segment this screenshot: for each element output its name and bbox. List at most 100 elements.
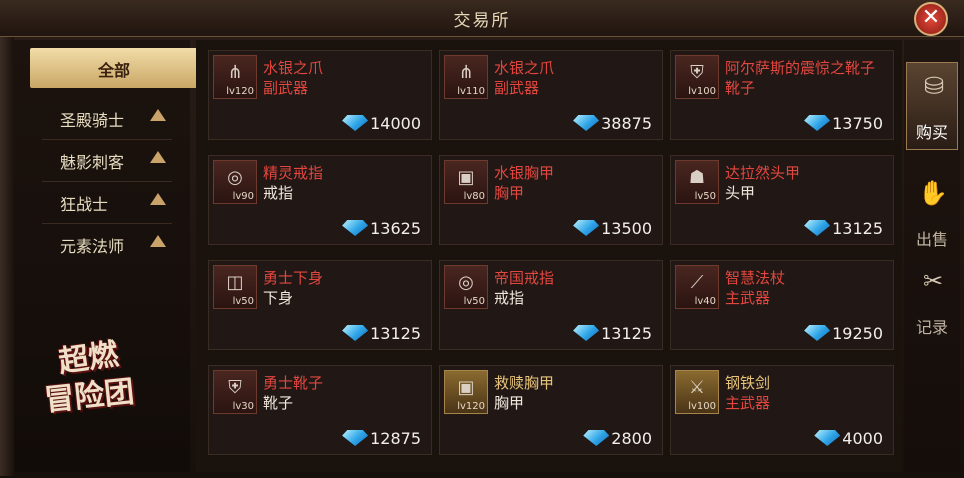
item-card[interactable]: ◫ lv50 勇士下身 下身 13125 — [208, 260, 432, 350]
item-name: 阿尔萨斯的震惊之靴子 — [725, 59, 876, 77]
item-level: lv80 — [463, 191, 485, 202]
category-assassin[interactable]: 魅影刺客 — [32, 144, 182, 182]
tab-buy[interactable]: ⛁ 购买 — [906, 62, 958, 150]
price-value: 13500 — [601, 219, 652, 238]
item-card[interactable]: ◎ lv50 帝国戒指 戒指 13125 — [439, 260, 663, 350]
item-type: 靴子 — [725, 79, 756, 97]
item-price: 13125 — [804, 219, 883, 238]
item-level: lv100 — [688, 86, 716, 97]
price-value: 13750 — [832, 114, 883, 133]
price-value: 13625 — [370, 219, 421, 238]
item-level: lv120 — [457, 401, 485, 412]
item-card[interactable]: ⛨ lv30 勇士靴子 靴子 12875 — [208, 365, 432, 455]
record-icon: ✂ — [922, 267, 944, 295]
tab-record[interactable]: ✂ 记录 — [906, 258, 958, 346]
expand-arrow-icon — [150, 109, 166, 121]
staff-icon: ⟋ lv40 — [675, 265, 719, 309]
item-grid: ⋔ lv120 水银之爪 副武器 14000 ⋔ lv110 水银之爪 副武器 38… — [196, 40, 902, 472]
diamond-icon — [342, 220, 369, 236]
item-price: 14000 — [342, 114, 421, 133]
tab-label: 出售 — [915, 230, 948, 249]
category-berserker[interactable]: 狂战士 — [32, 186, 182, 224]
category-label: 魅影刺客 — [60, 153, 125, 172]
item-name: 智慧法杖 — [725, 269, 786, 287]
price-value: 19250 — [832, 324, 883, 343]
category-all[interactable]: 全部 — [30, 48, 198, 88]
expand-arrow-icon — [150, 235, 166, 247]
category-elementalist[interactable]: 元素法师 — [32, 228, 182, 258]
item-price: 38875 — [573, 114, 652, 133]
close-button[interactable]: ✕ — [914, 2, 948, 36]
diamond-icon — [342, 430, 369, 446]
item-name: 水银胸甲 — [494, 164, 555, 182]
expand-arrow-icon — [150, 193, 166, 205]
window-title: 交易所 — [453, 11, 511, 31]
tab-sell[interactable]: ✋ 出售 — [906, 170, 958, 258]
item-card[interactable]: ⛨ lv100 阿尔萨斯的震惊之靴子 靴子 13750 — [670, 50, 894, 140]
item-card[interactable]: ⋔ lv120 水银之爪 副武器 14000 — [208, 50, 432, 140]
item-level: lv40 — [694, 296, 716, 307]
item-price: 4000 — [814, 429, 883, 448]
item-type: 戒指 — [263, 184, 294, 202]
item-level: lv120 — [226, 86, 254, 97]
item-type: 头甲 — [725, 184, 756, 202]
item-card[interactable]: ▣ lv120 救赎胸甲 胸甲 2800 — [439, 365, 663, 455]
title-bar: 交易所 ✕ — [0, 0, 964, 37]
item-name: 勇士下身 — [263, 269, 324, 287]
sell-icon: ✋ — [918, 179, 948, 207]
item-card[interactable]: ⟋ lv40 智慧法杖 主武器 19250 — [670, 260, 894, 350]
price-value: 13125 — [370, 324, 421, 343]
diamond-icon — [342, 325, 369, 341]
diamond-icon — [804, 220, 831, 236]
item-price: 13750 — [804, 114, 883, 133]
item-type: 戒指 — [494, 289, 525, 307]
diamond-icon — [573, 115, 600, 131]
coins-icon: ⛁ — [923, 72, 945, 100]
left-frame-edge — [0, 36, 14, 476]
tab-label: 记录 — [915, 318, 948, 337]
action-tabs: ⛁ 购买 ✋ 出售 ✂ 记录 — [904, 40, 960, 472]
item-name: 钢铁剑 — [725, 374, 771, 392]
category-templar[interactable]: 圣殿骑士 — [32, 102, 182, 140]
item-type: 下身 — [263, 289, 294, 307]
price-value: 2800 — [611, 429, 652, 448]
chest-armor-icon: ▣ lv120 — [444, 370, 488, 414]
diamond-icon — [814, 430, 841, 446]
item-price: 13500 — [573, 219, 652, 238]
item-level: lv50 — [232, 296, 254, 307]
price-value: 13125 — [601, 324, 652, 343]
price-value: 4000 — [842, 429, 883, 448]
item-card[interactable]: ☗ lv50 达拉然头甲 头甲 13125 — [670, 155, 894, 245]
item-type: 胸甲 — [494, 184, 525, 202]
claw-icon: ⋔ lv110 — [444, 55, 488, 99]
logo-text-line2: 冒险团 — [42, 374, 136, 419]
category-label: 狂战士 — [60, 195, 109, 214]
helmet-icon: ☗ lv50 — [675, 160, 719, 204]
item-name: 达拉然头甲 — [725, 164, 801, 182]
item-name: 勇士靴子 — [263, 374, 324, 392]
item-price: 12875 — [342, 429, 421, 448]
item-level: lv50 — [463, 296, 485, 307]
price-value: 14000 — [370, 114, 421, 133]
item-level: lv30 — [232, 401, 254, 412]
game-logo: 超燃 冒险团 — [40, 325, 180, 435]
category-label: 全部 — [97, 61, 130, 80]
item-level: lv90 — [232, 191, 254, 202]
diamond-icon — [342, 115, 369, 131]
item-name: 精灵戒指 — [263, 164, 324, 182]
item-type: 胸甲 — [494, 394, 525, 412]
item-card[interactable]: ◎ lv90 精灵戒指 戒指 13625 — [208, 155, 432, 245]
ring-icon: ◎ lv50 — [444, 265, 488, 309]
item-card[interactable]: ▣ lv80 水银胸甲 胸甲 13500 — [439, 155, 663, 245]
category-label: 圣殿骑士 — [60, 111, 125, 130]
ring-icon: ◎ lv90 — [213, 160, 257, 204]
item-card[interactable]: ⚔ lv100 钢铁剑 主武器 4000 — [670, 365, 894, 455]
item-card[interactable]: ⋔ lv110 水银之爪 副武器 38875 — [439, 50, 663, 140]
diamond-icon — [573, 325, 600, 341]
item-level: lv50 — [694, 191, 716, 202]
tab-label: 购买 — [915, 123, 948, 142]
price-value: 12875 — [370, 429, 421, 448]
item-price: 13125 — [573, 324, 652, 343]
item-name: 水银之爪 — [263, 59, 324, 77]
item-type: 副武器 — [263, 79, 309, 97]
